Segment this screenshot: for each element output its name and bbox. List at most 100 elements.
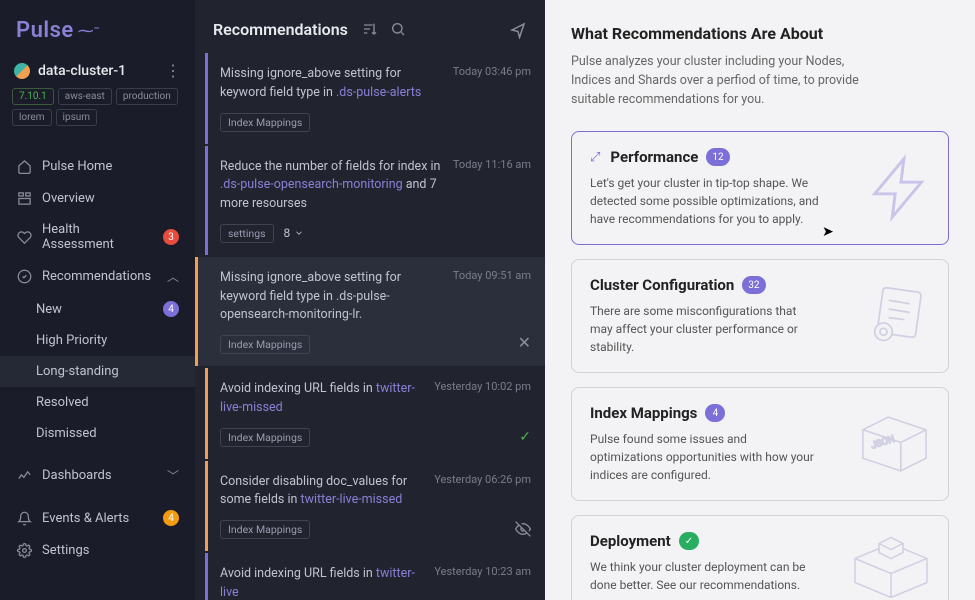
nav-high-priority[interactable]: High Priority bbox=[0, 325, 195, 356]
badge-count: 4 bbox=[163, 301, 179, 317]
cluster-name: data-cluster-1 bbox=[38, 63, 126, 79]
card-deployment[interactable]: Deployment ✓ We think your cluster deplo… bbox=[571, 515, 949, 600]
card-title: Deployment bbox=[590, 532, 671, 550]
nav-recommendations[interactable]: Recommendations ︿ bbox=[0, 260, 195, 293]
brand-name: Pulse bbox=[16, 18, 74, 43]
nav-settings[interactable]: Settings bbox=[0, 534, 195, 566]
nav-home[interactable]: Pulse Home bbox=[0, 150, 195, 182]
nav-overview[interactable]: Overview bbox=[0, 182, 195, 214]
card-title: Performance bbox=[610, 148, 698, 166]
recommendation-text: Consider disabling doc_values for some f… bbox=[220, 473, 424, 511]
card-desc: We think your cluster deployment can be … bbox=[590, 558, 820, 594]
nav-health[interactable]: Health Assessment 3 bbox=[0, 214, 195, 260]
chevron-up-icon: ︿ bbox=[167, 268, 179, 285]
cluster-selector[interactable]: data-cluster-1 ⋮ bbox=[0, 57, 195, 88]
recommendation-item[interactable]: Avoid indexing URL fields in twitter-liv… bbox=[205, 553, 545, 600]
resource-link[interactable]: .ds-pulse-opensearch-monitoring bbox=[220, 177, 403, 192]
expand-icon: ⤢ bbox=[590, 150, 600, 165]
timestamp: Yesterday 10:02 pm bbox=[434, 380, 531, 418]
nav-label: Dismissed bbox=[36, 426, 179, 441]
card-title: Index Mappings bbox=[590, 404, 697, 422]
nav-dismissed[interactable]: Dismissed bbox=[0, 418, 195, 449]
recommendation-list[interactable]: Missing ignore_above setting for keyword… bbox=[195, 53, 545, 600]
nav-label: Health Assessment bbox=[42, 222, 153, 252]
panel-header: Recommendations bbox=[195, 0, 545, 53]
search-icon[interactable] bbox=[390, 21, 406, 39]
nav-label: Settings bbox=[42, 543, 179, 558]
lightning-icon bbox=[866, 153, 936, 223]
resource-link[interactable]: .ds-pulse-alerts bbox=[336, 85, 421, 100]
json-doc-icon: JSON bbox=[856, 414, 936, 474]
nav-new[interactable]: New 4 bbox=[0, 293, 195, 325]
count-dropdown[interactable]: 8 bbox=[284, 226, 305, 240]
recommendation-item[interactable]: Missing ignore_above setting for keyword… bbox=[195, 257, 545, 366]
heart-icon bbox=[16, 229, 32, 245]
cursor-icon: ➤ bbox=[822, 224, 834, 240]
card-badge: 4 bbox=[705, 404, 725, 422]
timestamp: Today 09:51 am bbox=[453, 269, 531, 325]
timestamp: Today 11:16 am bbox=[453, 158, 531, 214]
category-chip: Index Mappings bbox=[220, 113, 310, 132]
check-circle-icon bbox=[16, 269, 32, 285]
recommendation-text: Reduce the number of fields for index in… bbox=[220, 158, 443, 214]
nav-events[interactable]: Events & Alerts 4 bbox=[0, 502, 195, 534]
cluster-tags: 7.10.1 aws-east production lorem ipsum bbox=[0, 88, 195, 140]
recommendations-panel: Recommendations Missing ignore_above set… bbox=[195, 0, 545, 600]
nav-label: High Priority bbox=[36, 333, 179, 348]
recommendation-item[interactable]: Avoid indexing URL fields in twitter-liv… bbox=[205, 368, 545, 459]
home-icon bbox=[16, 158, 32, 174]
panel-title: Recommendations bbox=[213, 20, 348, 39]
recommendation-text: Missing ignore_above setting for keyword… bbox=[220, 65, 443, 103]
svg-text:JSON: JSON bbox=[870, 434, 896, 452]
chevron-down-icon: ﹀ bbox=[167, 467, 179, 484]
card-cluster-config[interactable]: Cluster Configuration 32 There are some … bbox=[571, 259, 949, 373]
timestamp: Yesterday 06:26 pm bbox=[434, 473, 531, 511]
brand-logo[interactable]: Pulse ⁓⁻ bbox=[0, 18, 195, 57]
sort-icon[interactable] bbox=[362, 21, 378, 39]
close-icon[interactable]: ✕ bbox=[518, 333, 531, 352]
nav-long-standing[interactable]: Long-standing bbox=[0, 356, 195, 387]
nav-menu: Pulse Home Overview Health Assessment 3 … bbox=[0, 150, 195, 566]
nav-label: Overview bbox=[42, 191, 179, 206]
eye-off-icon[interactable] bbox=[515, 521, 531, 537]
nav-resolved[interactable]: Resolved bbox=[0, 387, 195, 418]
cluster-icon bbox=[14, 63, 30, 79]
resource-link[interactable]: twitter-live-missed bbox=[220, 381, 415, 415]
nav-label: Long-standing bbox=[36, 364, 179, 379]
category-chip: Index Mappings bbox=[220, 428, 310, 447]
category-chip: Index Mappings bbox=[220, 335, 310, 354]
badge-count: 3 bbox=[163, 229, 179, 245]
tag: ipsum bbox=[56, 109, 98, 126]
recommendation-text: Missing ignore_above setting for keyword… bbox=[220, 269, 443, 325]
nav-dashboards[interactable]: Dashboards ﹀ bbox=[0, 459, 195, 492]
card-title: Cluster Configuration bbox=[590, 276, 734, 294]
category-chip: Index Mappings bbox=[220, 520, 310, 539]
badge-count: 4 bbox=[163, 510, 179, 526]
nav-label: Dashboards bbox=[42, 468, 157, 483]
share-icon[interactable] bbox=[509, 21, 527, 39]
recommendation-text: Avoid indexing URL fields in twitter-liv… bbox=[220, 380, 424, 418]
more-icon[interactable]: ⋮ bbox=[165, 61, 181, 80]
chart-icon bbox=[16, 468, 32, 484]
nav-label: Resolved bbox=[36, 395, 179, 410]
recommendation-text: Avoid indexing URL fields in twitter-liv… bbox=[220, 565, 424, 600]
card-performance[interactable]: ⤢ Performance 12 Let's get your cluster … bbox=[571, 131, 949, 245]
recommendation-item[interactable]: Missing ignore_above setting for keyword… bbox=[205, 53, 545, 144]
about-subtitle: Pulse analyzes your cluster including yo… bbox=[571, 53, 881, 109]
timestamp: Today 03:46 pm bbox=[453, 65, 531, 103]
pulse-wave-icon: ⁓⁻ bbox=[78, 21, 100, 40]
nav-label: Events & Alerts bbox=[42, 511, 153, 526]
card-badge: 12 bbox=[706, 148, 729, 166]
recommendation-item[interactable]: Consider disabling doc_values for some f… bbox=[205, 461, 545, 552]
nav-label: Recommendations bbox=[42, 269, 157, 284]
about-panel: What Recommendations Are About Pulse ana… bbox=[545, 0, 975, 600]
card-desc: Let's get your cluster in tip-top shape.… bbox=[590, 174, 820, 228]
bell-icon bbox=[16, 510, 32, 526]
tag-version: 7.10.1 bbox=[12, 88, 54, 105]
about-title: What Recommendations Are About bbox=[571, 24, 949, 43]
server-stack-icon bbox=[846, 528, 936, 598]
resource-link[interactable]: twitter-live bbox=[220, 566, 415, 600]
resource-link[interactable]: twitter-live-missed bbox=[301, 492, 403, 507]
recommendation-item[interactable]: Reduce the number of fields for index in… bbox=[205, 146, 545, 255]
card-index-mappings[interactable]: Index Mappings 4 Pulse found some issues… bbox=[571, 387, 949, 501]
